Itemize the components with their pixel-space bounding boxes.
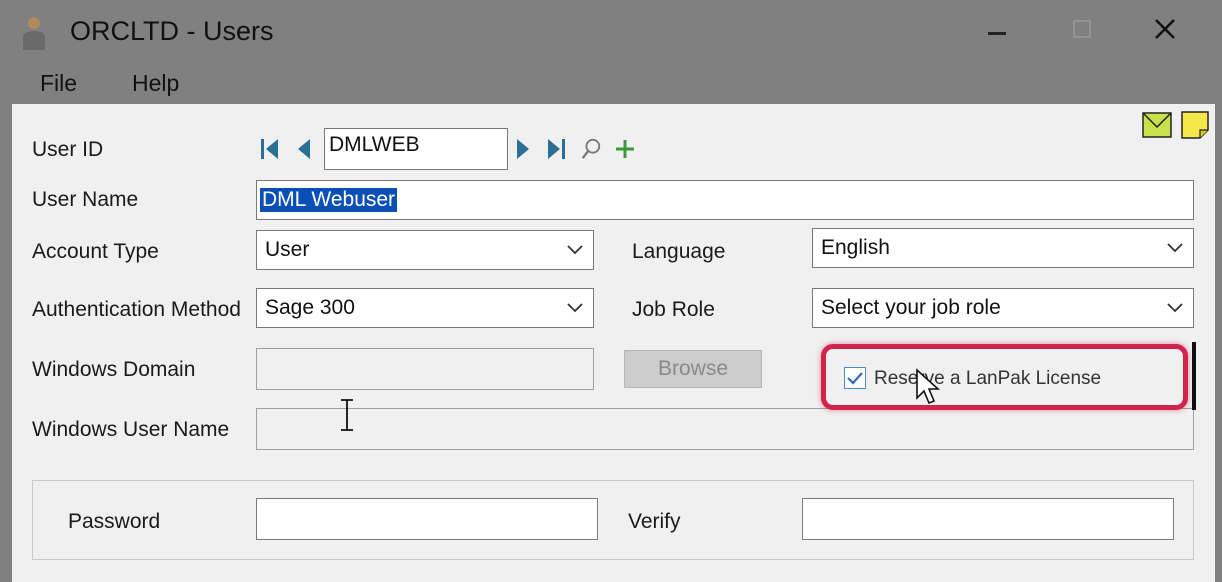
first-record-button[interactable] bbox=[258, 134, 280, 164]
account-type-label: Account Type bbox=[32, 240, 159, 263]
menu-help[interactable]: Help bbox=[132, 70, 179, 97]
next-icon bbox=[517, 139, 529, 159]
password-input[interactable] bbox=[256, 498, 598, 540]
sticky-note-icon[interactable] bbox=[1180, 110, 1210, 140]
mail-icon[interactable] bbox=[1142, 112, 1172, 138]
menu-file[interactable]: File bbox=[40, 70, 77, 97]
auth-method-label: Authentication Method bbox=[32, 298, 241, 321]
user-id-input[interactable]: DMLWEB bbox=[324, 128, 508, 170]
add-icon bbox=[616, 140, 634, 158]
browse-button[interactable]: Browse bbox=[624, 350, 762, 388]
language-label: Language bbox=[632, 240, 726, 263]
maximize-icon bbox=[1073, 20, 1091, 38]
minimize-icon bbox=[988, 32, 1006, 35]
window: ORCLTD - Users File Help User ID DMLWEB bbox=[0, 0, 1222, 582]
chevron-down-icon bbox=[567, 245, 583, 255]
new-record-button[interactable] bbox=[614, 134, 636, 164]
job-role-label: Job Role bbox=[632, 298, 715, 321]
last-record-icon bbox=[548, 139, 565, 159]
language-value: English bbox=[821, 236, 890, 259]
last-record-button[interactable] bbox=[546, 134, 568, 164]
overlay-edge bbox=[1192, 342, 1196, 410]
password-label: Password bbox=[68, 510, 161, 533]
text-cursor-icon bbox=[341, 399, 353, 431]
close-icon bbox=[1155, 19, 1175, 39]
previous-record-button[interactable] bbox=[293, 134, 315, 164]
windows-user-name-label: Windows User Name bbox=[32, 418, 230, 441]
chevron-down-icon bbox=[567, 303, 583, 313]
maximize-button[interactable] bbox=[1060, 10, 1104, 48]
windows-user-name-input[interactable] bbox=[256, 408, 1194, 450]
job-role-select[interactable]: Select your job role bbox=[812, 288, 1194, 328]
job-role-value: Select your job role bbox=[821, 296, 1001, 319]
user-name-input[interactable]: DML Webuser bbox=[256, 180, 1194, 220]
user-name-label: User Name bbox=[32, 188, 139, 211]
user-id-label: User ID bbox=[32, 138, 104, 161]
lanpak-checkbox[interactable] bbox=[844, 367, 866, 389]
auth-method-value: Sage 300 bbox=[265, 296, 355, 319]
auth-method-select[interactable]: Sage 300 bbox=[256, 288, 594, 328]
account-type-value: User bbox=[265, 238, 310, 261]
search-icon bbox=[581, 138, 601, 159]
minimize-button[interactable] bbox=[975, 10, 1019, 48]
chevron-down-icon bbox=[1167, 303, 1183, 313]
windows-domain-input[interactable] bbox=[256, 348, 594, 390]
menu-bar bbox=[0, 64, 1222, 104]
windows-domain-label: Windows Domain bbox=[32, 358, 196, 381]
next-record-button[interactable] bbox=[512, 134, 534, 164]
user-name-value: DML Webuser bbox=[260, 188, 398, 212]
language-select[interactable]: English bbox=[812, 228, 1194, 268]
verify-input[interactable] bbox=[802, 498, 1174, 540]
first-record-icon bbox=[261, 139, 278, 159]
chevron-down-icon bbox=[1167, 243, 1183, 253]
lanpak-label: Reserve a LanPak License bbox=[874, 368, 1102, 389]
verify-label: Verify bbox=[628, 510, 681, 533]
window-title: ORCLTD - Users bbox=[70, 16, 274, 46]
checkmark-icon bbox=[847, 372, 863, 385]
user-app-icon bbox=[23, 17, 45, 50]
title-bar: ORCLTD - Users bbox=[0, 0, 1222, 64]
account-type-select[interactable]: User bbox=[256, 230, 594, 270]
previous-icon bbox=[298, 139, 310, 159]
mouse-pointer-icon bbox=[916, 368, 941, 405]
finder-button[interactable] bbox=[580, 134, 602, 164]
close-button[interactable] bbox=[1143, 10, 1187, 48]
